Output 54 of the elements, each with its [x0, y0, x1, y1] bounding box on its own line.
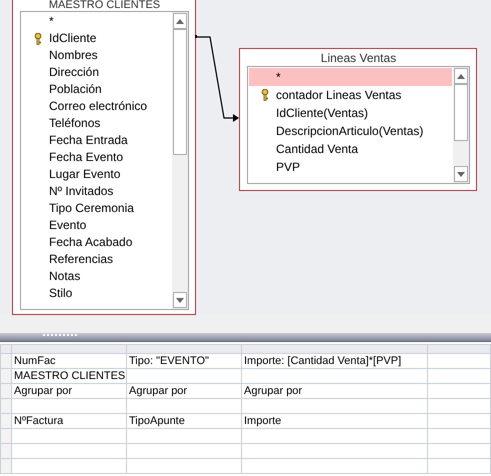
- grid-cell[interactable]: Agrupar por: [126, 384, 242, 398]
- field-row[interactable]: Evento: [22, 217, 171, 234]
- table-title: Lineas Ventas: [320, 51, 398, 66]
- field-row[interactable]: IdCliente(Ventas): [249, 104, 452, 122]
- field-row[interactable]: Referencias: [22, 251, 171, 268]
- field-row[interactable]: Stilo: [22, 285, 171, 302]
- scrollbar-thumb[interactable]: [454, 84, 468, 142]
- scroll-up-button[interactable]: [454, 68, 468, 84]
- field-row[interactable]: contador Lineas Ventas: [249, 86, 452, 104]
- field-row[interactable]: Tipo Ceremonia: [22, 200, 171, 217]
- grid-cell[interactable]: NºFactura: [12, 414, 126, 428]
- grid-cell[interactable]: NumFac: [12, 354, 126, 368]
- grid-cell[interactable]: Agrupar por: [12, 384, 126, 398]
- table-title: MAESTRO CLIENTES: [48, 0, 162, 11]
- down-arrow-icon: [457, 172, 465, 176]
- scroll-up-button[interactable]: [173, 13, 187, 29]
- up-arrow-icon: [457, 74, 465, 78]
- field-row[interactable]: Nº Invitados: [22, 183, 171, 200]
- grip-icon: [43, 334, 79, 337]
- up-arrow-icon: [176, 18, 184, 24]
- field-row[interactable]: Fecha Evento: [22, 149, 171, 166]
- field-row[interactable]: *: [249, 68, 452, 86]
- field-row[interactable]: Notas: [22, 268, 171, 285]
- field-row[interactable]: PVP: [249, 158, 452, 176]
- key-icon: [34, 32, 42, 44]
- down-arrow-icon: [176, 298, 184, 302]
- field-row[interactable]: Población: [22, 81, 171, 98]
- field-row[interactable]: IdCliente: [22, 30, 171, 47]
- grid-cell[interactable]: Agrupar por: [242, 384, 428, 398]
- scroll-down-button[interactable]: [173, 292, 187, 308]
- scrollbar[interactable]: [453, 67, 469, 183]
- splitter-bar[interactable]: [0, 333, 491, 342]
- field-row[interactable]: Nombres: [22, 47, 171, 64]
- grid-cell[interactable]: MAESTRO CLIENTES: [12, 368, 126, 384]
- field-row[interactable]: DescripcionArticulo(Ventas): [249, 122, 452, 140]
- field-row[interactable]: Fecha Entrada: [22, 132, 171, 149]
- scroll-down-button[interactable]: [454, 166, 468, 182]
- field-row[interactable]: Fecha Acabado: [22, 234, 171, 251]
- grid-cell[interactable]: TipoApunte: [126, 414, 242, 428]
- field-row[interactable]: Dirección: [22, 64, 171, 81]
- grid-cell[interactable]: Tipo: "EVENTO": [126, 354, 242, 368]
- table-window[interactable]: Lineas Ventas * contador Lineas Ventas IdCliente(Ventas) DescripcionArticulo(Ventas) Cantidad Venta PVP: [239, 48, 477, 191]
- grid-cell[interactable]: Importe: [Cantidad Venta]*[PVP]: [242, 354, 428, 368]
- scrollbar[interactable]: [172, 12, 188, 309]
- field-row[interactable]: *: [22, 13, 171, 30]
- relationship-line[interactable]: [195, 35, 239, 122]
- grid-cell[interactable]: Importe: [242, 414, 428, 428]
- field-row[interactable]: Cantidad Venta: [249, 140, 452, 158]
- key-icon: [261, 89, 269, 101]
- table-window[interactable]: MAESTRO CLIENTES * IdCliente Nombres Dirección Población Correo electrónico Teléfonos Fecha Entrada Fecha Evento Lugar Evento Nº Invitados Tipo Ceremonia Evento Fecha Acabado Referencias Notas Stilo: [12, 0, 196, 315]
- field-row[interactable]: Lugar Evento: [22, 166, 171, 183]
- scrollbar-thumb[interactable]: [173, 29, 187, 156]
- field-row[interactable]: Correo electrónico: [22, 98, 171, 115]
- field-row[interactable]: Teléfonos: [22, 115, 171, 132]
